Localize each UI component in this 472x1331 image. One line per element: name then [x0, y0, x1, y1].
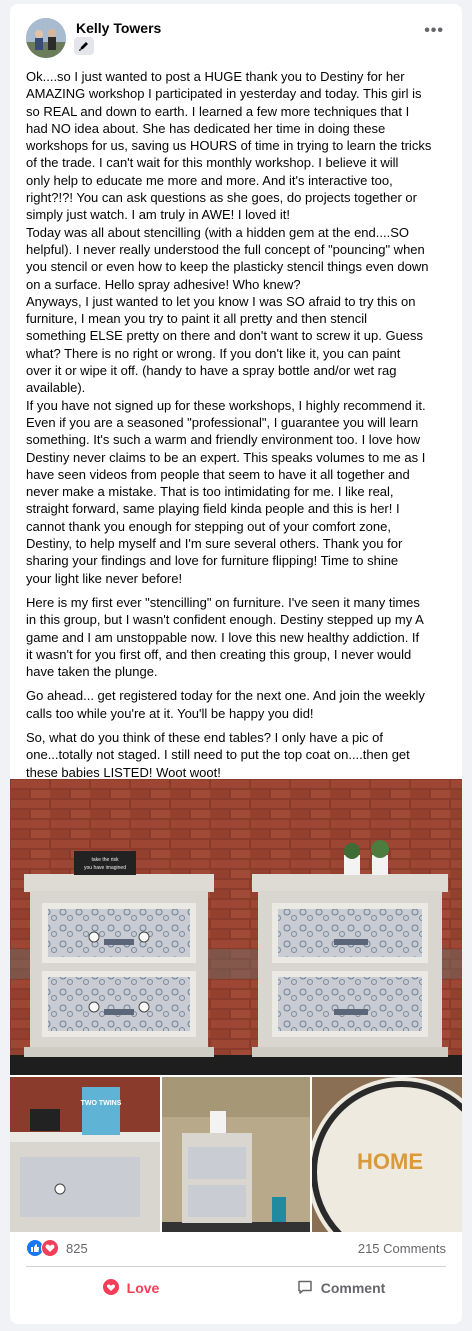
paragraph-4: So, what do you think of these end table… [26, 729, 460, 781]
text-line: something. It's such a warm and friendly… [26, 432, 421, 448]
text-line: Destiny, to help myself and I'm sure sev… [26, 536, 403, 552]
text-line: available). [26, 380, 86, 396]
reaction-count[interactable]: 825 [66, 1241, 88, 1256]
sign-text-line1: take the risk [92, 857, 119, 863]
sign-text-line2: you have imagined [84, 865, 126, 871]
comment-label: Comment [320, 1280, 386, 1296]
post-header: Kelly Towers ••• [10, 4, 462, 62]
love-label: Love [126, 1280, 160, 1296]
text-line: straight forward, same playing field kin… [26, 501, 400, 517]
text-line: you stencil or even how to keep the plas… [26, 259, 429, 275]
text-line: something ELSE pretty on there and don't… [26, 328, 424, 344]
photo-table-with-book[interactable]: TWO TWINS [10, 1077, 160, 1232]
text-line: sharing your findings and love for furni… [26, 553, 399, 569]
author-name[interactable]: Kelly Towers [76, 20, 161, 36]
mat-word: HOME [357, 1149, 423, 1174]
love-icon [102, 1278, 119, 1298]
comments-count[interactable]: 215 Comments [358, 1241, 446, 1256]
comment-button[interactable]: Comment [236, 1270, 446, 1306]
pen-icon [74, 37, 94, 55]
post-actions: Love Comment [26, 1270, 446, 1306]
text-line: Here is my first ever "stencilling" on f… [26, 594, 420, 610]
paragraph-2: Here is my first ever "stencilling" on f… [26, 594, 460, 680]
divider [26, 1266, 446, 1267]
text-line: in this group, but I wasn't confident en… [26, 612, 424, 628]
photo-end-tables[interactable]: take the risk you have imagined [10, 779, 462, 1075]
text-line: right?!?! You can ask questions as she g… [26, 190, 417, 206]
text-line: calls too while you're at it. You'll be … [26, 705, 314, 721]
text-line: what? There is no right or wrong. If you… [26, 345, 401, 361]
paragraph-1: Ok....so I just wanted to post a HUGE th… [26, 68, 460, 587]
reactions-bar: 825 215 Comments [26, 1237, 446, 1263]
book-title: TWO TWINS [81, 1100, 122, 1107]
text-line: have seen videos from people that seem t… [26, 466, 410, 482]
author-avatar[interactable] [26, 18, 66, 58]
text-line: Destiny never claims to be an expert. Th… [26, 449, 426, 465]
text-line: so REAL and down to earth. I learned a f… [26, 103, 410, 119]
text-line: had NO idea about. She has dedicated her… [26, 120, 386, 136]
text-line: over it or wipe it off. (handy to have a… [26, 363, 397, 379]
text-line: of the trade. I can't wait for this mont… [26, 155, 399, 171]
paragraph-3: Go ahead... get registered today for the… [26, 687, 460, 722]
text-line: your light like never before! [26, 570, 183, 586]
text-line: Anyways, I just wanted to let you know I… [26, 293, 416, 309]
text-line: one...totally not staged. I still need t… [26, 747, 410, 763]
text-line: it wasn't for you first off, and then cr… [26, 646, 412, 662]
text-line: Even if you are a seasoned "professional… [26, 414, 419, 430]
text-line: Go ahead... get registered today for the… [26, 688, 425, 704]
photo-grid: take the risk you have imagined TWO TWIN… [10, 779, 462, 1232]
text-line: AMAZING workshop I participated in yeste… [26, 86, 422, 102]
text-line: furniture, I mean you try to paint it al… [26, 311, 368, 327]
text-line: only help to educate me more and more. A… [26, 172, 393, 188]
text-line: cannot thank you enough for stepping out… [26, 518, 391, 534]
text-line: Ok....so I just wanted to post a HUGE th… [26, 69, 405, 84]
comment-icon [297, 1279, 313, 1298]
text-line: never make a mistake. That is too intimi… [26, 484, 394, 500]
text-line: If you have not signed up for these work… [26, 397, 426, 413]
photo-home-mat[interactable]: HOME [312, 1077, 462, 1232]
text-line: So, what do you think of these end table… [26, 729, 384, 745]
more-options-icon[interactable]: ••• [424, 22, 444, 40]
text-line: have taken the plunge. [26, 664, 158, 680]
love-icon[interactable] [41, 1239, 59, 1257]
photo-table-wall[interactable] [162, 1077, 310, 1232]
post-card: Kelly Towers ••• Ok....so I just wanted … [10, 4, 462, 1324]
post-body: Ok....so I just wanted to post a HUGE th… [26, 68, 460, 788]
text-line: on a surface. Hello spray adhesive! Who … [26, 276, 301, 292]
love-button[interactable]: Love [26, 1270, 236, 1306]
text-line: game and I am unstoppable now. I love th… [26, 629, 420, 645]
text-line: workshops for us, saving us HOURS of tim… [26, 138, 432, 154]
text-line: simply just watch. I am truly in AWE! I … [26, 207, 290, 223]
text-line: helpful). I never really understood the … [26, 241, 425, 257]
text-line: Today was all about stencilling (with a … [26, 224, 409, 240]
